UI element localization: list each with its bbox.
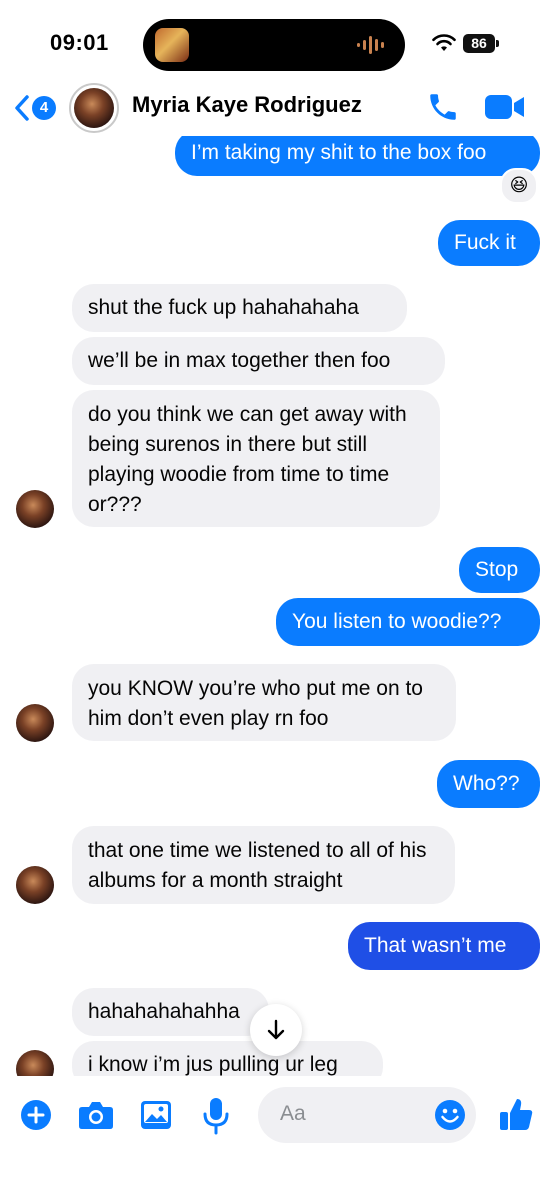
incoming-message[interactable]: we’ll be in max together then foo — [72, 337, 445, 385]
emoji-icon[interactable] — [434, 1099, 466, 1131]
audio-wave-icon — [357, 36, 384, 54]
now-playing-artwork — [155, 28, 189, 62]
incoming-message[interactable]: hahahahahahha — [72, 988, 269, 1036]
back-chevron-icon — [15, 95, 29, 121]
contact-avatar[interactable] — [69, 83, 119, 133]
photo-icon[interactable] — [140, 1100, 172, 1130]
battery-level: 86 — [463, 34, 495, 53]
outgoing-message[interactable]: Fuck it — [438, 220, 540, 266]
plus-icon[interactable] — [20, 1099, 52, 1131]
incoming-message[interactable]: shut the fuck up hahahahaha — [72, 284, 407, 332]
incoming-message[interactable]: that one time we listened to all of his … — [72, 826, 455, 904]
outgoing-message[interactable]: That wasn’t me — [348, 922, 540, 970]
phone-icon[interactable] — [426, 90, 460, 124]
contact-name[interactable]: Myria Kaye Rodriguez — [132, 92, 362, 118]
contact-avatar-small[interactable] — [16, 704, 54, 742]
contact-avatar-small[interactable] — [16, 490, 54, 528]
status-time: 09:01 — [50, 30, 109, 55]
outgoing-message[interactable]: Stop — [459, 547, 540, 593]
incoming-message[interactable]: you KNOW you’re who put me on to him don… — [72, 664, 456, 741]
message-thread[interactable]: I’m taking my shit to the box foo 😆 Fuck… — [0, 136, 552, 1076]
reaction-emoji[interactable]: 😆 — [500, 168, 538, 204]
back-button[interactable]: 4 — [10, 92, 60, 124]
outgoing-message[interactable]: I’m taking my shit to the box foo — [175, 136, 540, 176]
scroll-to-bottom-button[interactable] — [250, 1004, 302, 1056]
contact-avatar-small[interactable] — [16, 1050, 54, 1076]
unread-count-badge: 4 — [32, 96, 56, 120]
incoming-message[interactable]: do you think we can get away with being … — [72, 390, 440, 527]
message-input[interactable]: Aa — [258, 1087, 476, 1143]
outgoing-message[interactable]: Who?? — [437, 760, 540, 808]
outgoing-message[interactable]: You listen to woodie?? — [276, 598, 540, 646]
message-input-placeholder: Aa — [280, 1102, 306, 1125]
dynamic-island[interactable] — [143, 19, 405, 71]
thumbs-up-icon[interactable] — [498, 1096, 534, 1132]
microphone-icon[interactable] — [203, 1097, 229, 1135]
arrow-down-icon — [267, 1019, 285, 1040]
contact-avatar-small[interactable] — [16, 866, 54, 904]
battery-tip — [496, 40, 499, 47]
incoming-message[interactable]: i know i’m jus pulling ur leg — [72, 1041, 383, 1076]
camera-icon[interactable] — [78, 1100, 114, 1130]
wifi-icon — [432, 34, 456, 51]
video-camera-icon[interactable] — [484, 92, 526, 122]
